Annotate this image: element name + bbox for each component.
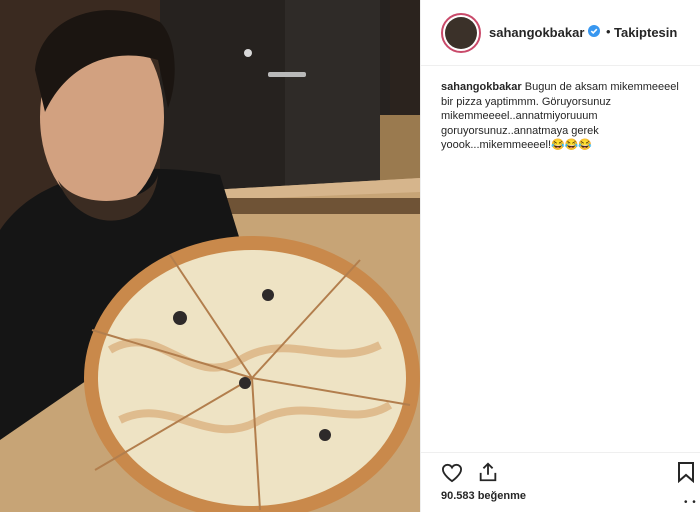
caption-username[interactable]: sahangokbakar xyxy=(441,81,522,93)
share-icon[interactable] xyxy=(477,461,499,483)
instagram-post: sahangokbakar • Takiptesin sahangokbakar… xyxy=(0,0,700,512)
follow-separator: • xyxy=(606,24,611,39)
pizza-photo-illustration xyxy=(0,0,420,512)
more-options[interactable]: • • xyxy=(684,497,697,508)
post-header: sahangokbakar • Takiptesin xyxy=(421,0,700,66)
verified-badge-icon xyxy=(588,25,600,37)
post-side-panel: sahangokbakar • Takiptesin sahangokbakar… xyxy=(420,0,700,512)
heart-icon[interactable] xyxy=(441,463,463,483)
avatar-image xyxy=(445,17,477,49)
bookmark-icon[interactable] xyxy=(677,461,695,483)
post-actions xyxy=(421,452,700,489)
post-caption: sahangokbakar Bugun de aksam mikemmeeeel… xyxy=(441,80,681,153)
avatar[interactable] xyxy=(441,13,481,53)
header-username[interactable]: sahangokbakar xyxy=(489,25,584,40)
follow-status-button[interactable]: Takiptesin xyxy=(614,25,677,40)
likes-count[interactable]: 90.583 beğenme xyxy=(441,490,526,502)
post-photo[interactable] xyxy=(0,0,420,512)
